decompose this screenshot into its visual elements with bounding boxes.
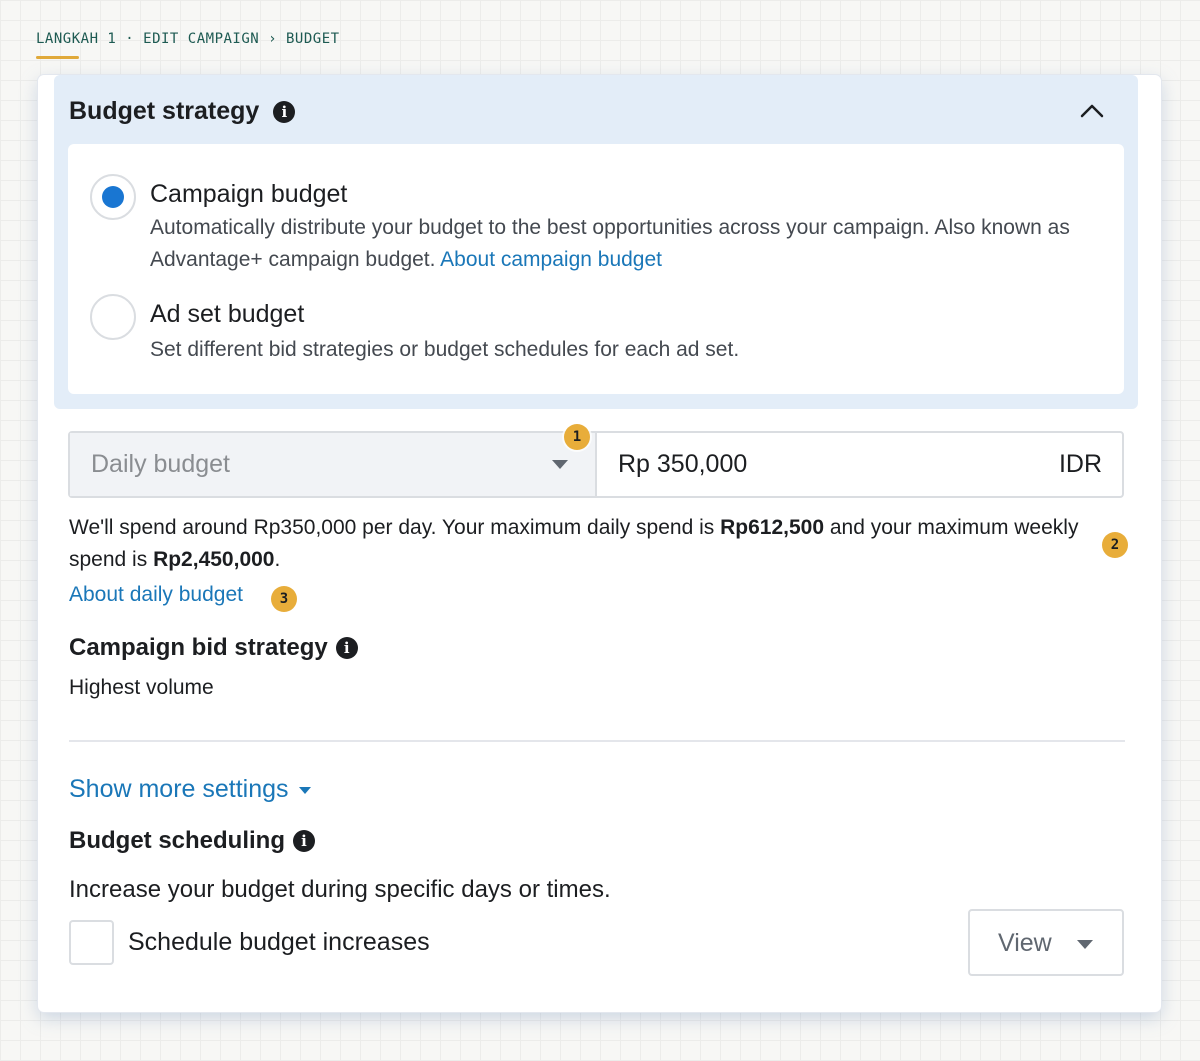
budget-scheduling-description: Increase your budget during specific day… <box>69 876 611 903</box>
annotation-badge-3: 3 <box>271 586 297 612</box>
show-more-settings-link[interactable]: Show more settings <box>69 775 311 804</box>
chevron-down-icon <box>1077 940 1093 949</box>
info-icon[interactable]: i <box>293 830 315 852</box>
max-daily-spend: Rp612,500 <box>720 516 825 539</box>
annotation-badge-1: 1 <box>564 424 590 450</box>
spend-prefix: We'll spend around Rp350,000 per day. Yo… <box>69 516 715 539</box>
budget-strategy-title-text: Budget strategy <box>69 97 260 125</box>
spend-summary: We'll spend around Rp350,000 per day. Yo… <box>69 512 1109 576</box>
schedule-budget-checkbox[interactable] <box>69 920 114 965</box>
divider <box>69 740 1125 742</box>
view-dropdown-button[interactable]: View <box>968 909 1124 976</box>
max-weekly-spend: Rp2,450,000 <box>153 548 275 571</box>
schedule-budget-label: Schedule budget increases <box>128 928 430 956</box>
campaign-budget-radio[interactable] <box>90 174 136 220</box>
info-icon[interactable]: i <box>273 100 296 123</box>
about-campaign-budget-link[interactable]: About campaign budget <box>440 248 662 271</box>
campaign-budget-label: Campaign budget <box>150 180 348 208</box>
bid-strategy-value: Highest volume <box>69 676 214 699</box>
budget-card: Budget strategy i Campaign budget Automa… <box>38 75 1161 1012</box>
budget-input-row: Daily budget Rp 350,000 IDR <box>68 431 1124 498</box>
budget-amount-input[interactable]: Rp 350,000 <box>618 450 747 479</box>
view-label: View <box>998 929 1052 957</box>
ad-set-budget-description: Set different bid strategies or budget s… <box>150 338 740 361</box>
campaign-budget-description: Automatically distribute your budget to … <box>150 212 1110 276</box>
caret-down-icon <box>298 787 311 794</box>
about-daily-budget-link[interactable]: About daily budget <box>69 583 243 607</box>
budget-strategy-title: Budget strategy i <box>69 97 296 126</box>
spend-suffix: . <box>274 548 281 571</box>
chevron-down-icon <box>552 460 568 469</box>
annotation-badge-2: 2 <box>1102 532 1128 558</box>
budget-strategy-panel: Budget strategy i Campaign budget Automa… <box>54 75 1138 409</box>
budget-type-label: Daily budget <box>91 450 230 478</box>
budget-scheduling-title-text: Budget scheduling <box>69 827 285 854</box>
ad-set-budget-radio[interactable] <box>90 294 136 340</box>
bid-strategy-title: Campaign bid strategy i <box>69 634 358 662</box>
breadcrumb-underline <box>36 56 79 59</box>
bid-strategy-title-text: Campaign bid strategy <box>69 634 328 661</box>
show-more-settings-label: Show more settings <box>69 775 289 803</box>
budget-strategy-options: Campaign budget Automatically distribute… <box>68 144 1124 394</box>
info-icon[interactable]: i <box>335 637 358 659</box>
budget-type-select[interactable]: Daily budget <box>70 433 597 496</box>
breadcrumb: LANGKAH 1 · EDIT CAMPAIGN › BUDGET <box>36 31 340 47</box>
ad-set-budget-label: Ad set budget <box>150 300 305 328</box>
budget-scheduling-title: Budget scheduling i <box>69 827 315 855</box>
chevron-up-icon[interactable] <box>1080 99 1104 123</box>
budget-currency: IDR <box>1058 450 1102 478</box>
